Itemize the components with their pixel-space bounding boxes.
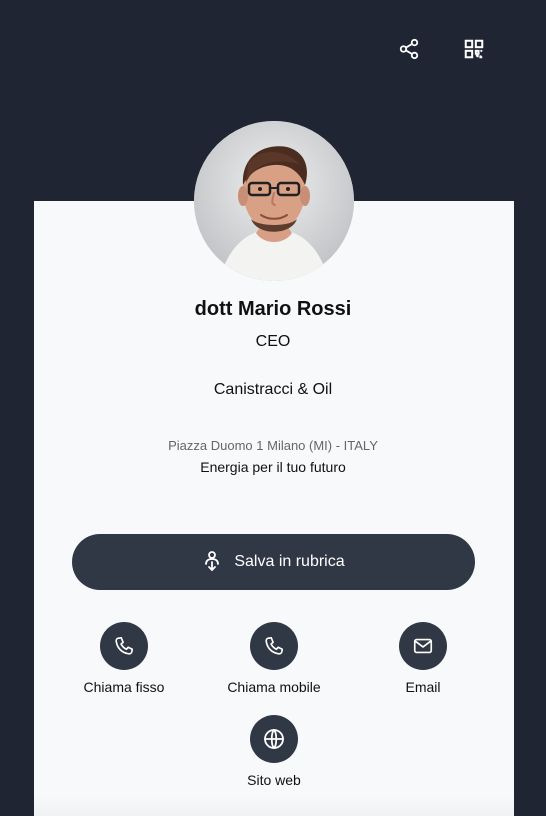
call-mobile-button[interactable] bbox=[250, 622, 298, 670]
website-action[interactable]: Sito web bbox=[209, 715, 339, 787]
email-button[interactable] bbox=[399, 622, 447, 670]
company-slogan: Energia per il tuo futuro bbox=[200, 459, 346, 475]
website-button[interactable] bbox=[250, 715, 298, 763]
contact-name: dott Mario Rossi bbox=[194, 298, 352, 320]
avatar-illustration bbox=[194, 121, 354, 281]
company-address: Piazza Duomo 1 Milano (MI) - ITALY bbox=[168, 438, 378, 453]
call-mobile-label: Chiama mobile bbox=[227, 679, 321, 695]
website-label: Sito web bbox=[247, 772, 301, 788]
save-contact-label: Salva in rubrica bbox=[234, 553, 345, 570]
person-download-icon bbox=[202, 550, 222, 574]
email-action[interactable]: Email bbox=[358, 622, 488, 694]
call-landline-button[interactable] bbox=[100, 622, 148, 670]
phone-icon bbox=[265, 636, 284, 655]
avatar bbox=[194, 121, 354, 281]
company-name: Canistracci & Oil bbox=[213, 381, 333, 398]
mail-icon bbox=[413, 638, 433, 654]
call-landline-label: Chiama fisso bbox=[83, 679, 165, 695]
card-bottom-shade bbox=[34, 796, 514, 816]
share-icon bbox=[399, 38, 419, 60]
qr-code-button[interactable] bbox=[459, 34, 489, 64]
phone-icon bbox=[115, 636, 134, 655]
business-card-page: dott Mario Rossi CEO Canistracci & Oil P… bbox=[0, 0, 546, 816]
call-landline-action[interactable]: Chiama fisso bbox=[59, 622, 189, 694]
share-button[interactable] bbox=[394, 34, 424, 64]
qr-code-icon bbox=[464, 39, 484, 59]
email-label: Email bbox=[405, 679, 441, 695]
contact-role: CEO bbox=[255, 333, 291, 350]
globe-icon bbox=[264, 729, 284, 749]
call-mobile-action[interactable]: Chiama mobile bbox=[209, 622, 339, 694]
save-contact-button[interactable]: Salva in rubrica bbox=[72, 534, 475, 590]
